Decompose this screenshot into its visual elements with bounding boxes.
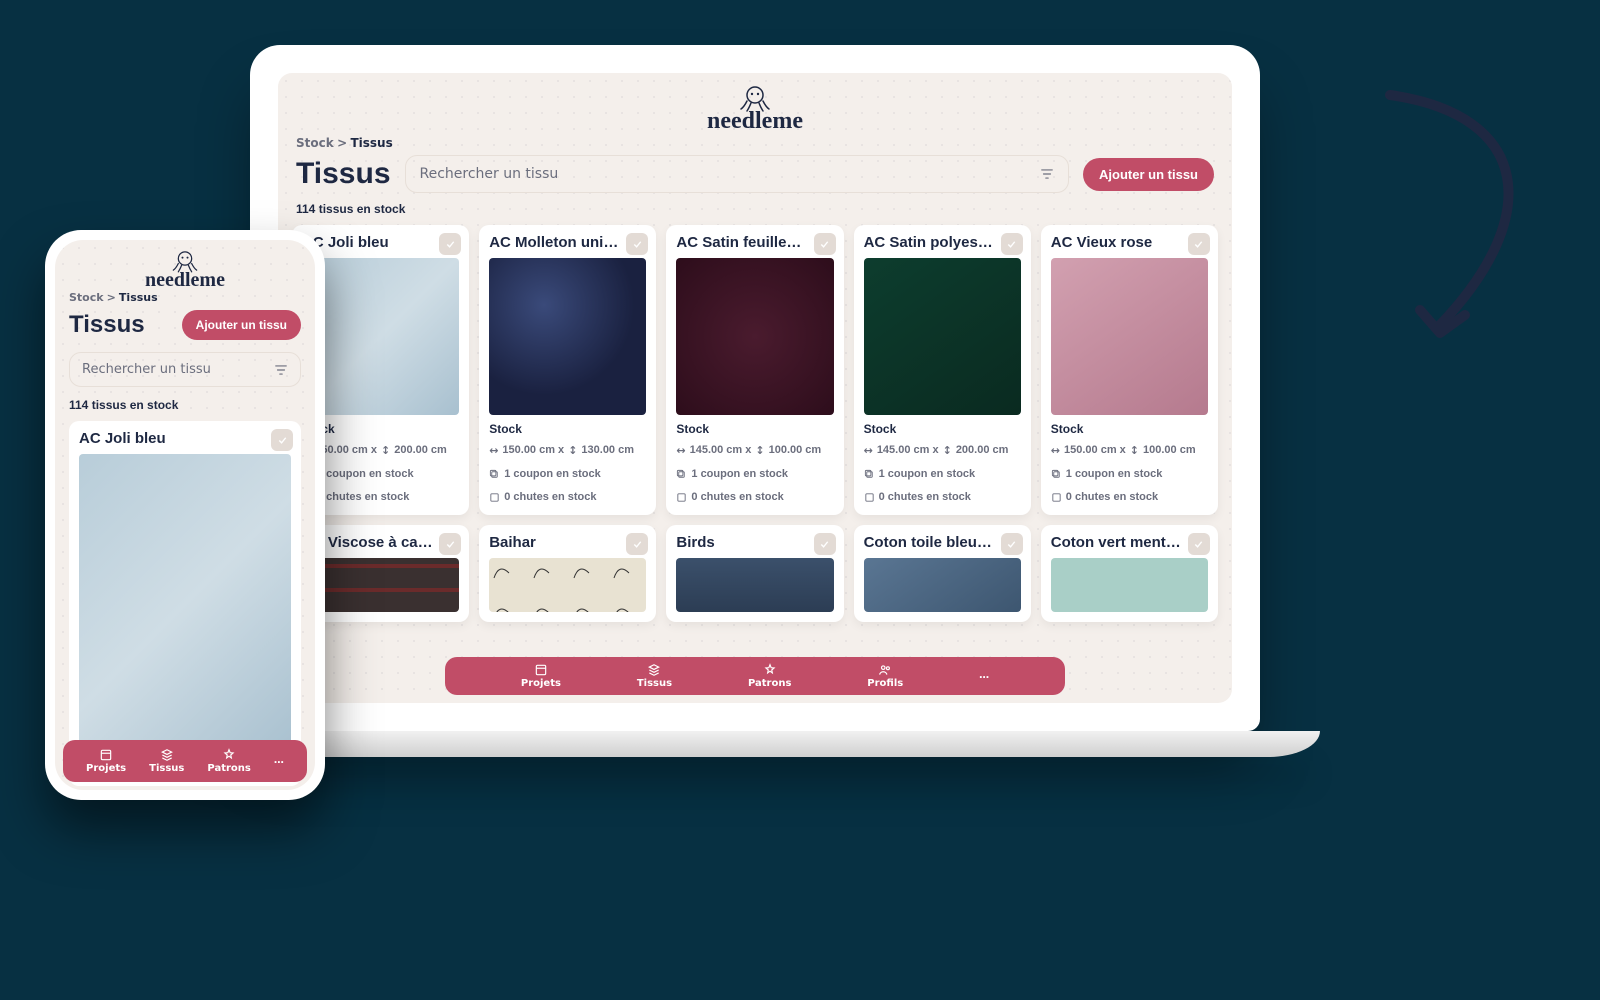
card-title: Coton toile bleu / … [864, 535, 1021, 550]
dimensions: ↔150.00 cm x ↕130.00 cm [489, 443, 646, 458]
stock-label: Stock [489, 423, 646, 435]
phone-mockup: needleme Stock > Tissus Tissus Ajouter u… [45, 230, 325, 800]
breadcrumb[interactable]: Stock > Tissus [55, 292, 315, 304]
fabric-card[interactable]: AC Satin feuilles … Stock ↔145.00 cm x ↕… [666, 225, 843, 515]
coupon-count: 1 coupon en stock [1051, 467, 1208, 482]
logo-text: needleme [707, 109, 803, 133]
fabric-swatch [302, 558, 459, 612]
card-title: AC Molleton uni … [489, 235, 646, 250]
card-title: AC Joli bleu [302, 235, 459, 250]
select-checkbox[interactable] [626, 233, 648, 255]
card-title: Coton vert ment… [1051, 535, 1208, 550]
card-title: Birds [676, 535, 833, 550]
card-title: AC Satin feuilles … [676, 235, 833, 250]
decorative-arrow [1370, 85, 1550, 345]
nav-profils[interactable]: Profils [867, 663, 903, 689]
search-input[interactable]: Rechercher un tissu [69, 352, 301, 387]
fabric-card[interactable]: AC Satin polyest… Stock ↔145.00 cm x ↕20… [854, 225, 1031, 515]
search-input[interactable]: Rechercher un tissu [405, 155, 1070, 193]
breadcrumb[interactable]: Stock > Tissus [278, 137, 1232, 149]
coupon-count: 1 coupon en stock [302, 467, 459, 482]
fabric-swatch [489, 558, 646, 612]
select-checkbox[interactable] [1188, 533, 1210, 555]
dimensions: ↔145.00 cm x ↕200.00 cm [864, 443, 1021, 458]
fabric-swatch [676, 258, 833, 415]
fabric-card[interactable]: AC Vieux rose Stock ↔150.00 cm x ↕100.00… [1041, 225, 1218, 515]
stock-label: Stock [676, 423, 833, 435]
fabric-card[interactable]: Coton vert ment… [1041, 525, 1218, 622]
scraps-count: 0 chutes en stock [676, 490, 833, 505]
stock-label: Stock [302, 423, 459, 435]
card-title: Baihar [489, 535, 646, 550]
select-checkbox[interactable] [626, 533, 648, 555]
fabric-swatch [302, 258, 459, 415]
fabric-card[interactable]: Baihar [479, 525, 656, 622]
scraps-count: 0 chutes en stock [1051, 490, 1208, 505]
dimensions: ↔150.00 cm x ↕100.00 cm [1051, 443, 1208, 458]
stock-count: 114 tissus en stock [55, 393, 315, 417]
select-checkbox[interactable] [439, 233, 461, 255]
nav-projets[interactable]: Projets [86, 748, 126, 774]
coupon-count: 1 coupon en stock [676, 467, 833, 482]
fabric-swatch [864, 258, 1021, 415]
fabric-card[interactable]: AC Molleton uni … Stock ↔150.00 cm x ↕13… [479, 225, 656, 515]
app-desktop: needleme Stock > Tissus Tissus Recherche… [278, 73, 1232, 703]
page-title: Tissus [296, 159, 391, 189]
nav-more[interactable]: … [979, 671, 989, 681]
app-header: needleme [278, 73, 1232, 137]
card-title: AC Joli bleu [79, 431, 291, 446]
add-fabric-button[interactable]: Ajouter un tissu [182, 310, 301, 340]
select-checkbox[interactable] [1001, 533, 1023, 555]
page-title: Tissus [69, 313, 145, 337]
scraps-count: 0 chutes en stock [864, 490, 1021, 505]
nav-patrons[interactable]: Patrons [748, 663, 791, 689]
bottom-nav: Projets Tissus Patrons Profils … [445, 657, 1065, 695]
stock-count: 114 tissus en stock [278, 199, 1232, 219]
fabric-swatch [1051, 558, 1208, 612]
filter-icon [1040, 167, 1054, 181]
add-fabric-button[interactable]: Ajouter un tissu [1083, 158, 1214, 191]
nav-tissus[interactable]: Tissus [149, 748, 184, 774]
select-checkbox[interactable] [814, 233, 836, 255]
stock-label: Stock [864, 423, 1021, 435]
bottom-nav: Projets Tissus Patrons … [63, 740, 307, 782]
stock-label: Stock [1051, 423, 1208, 435]
fabric-swatch [489, 258, 646, 415]
card-title: AC Vieux rose [1051, 235, 1208, 250]
card-title: AC Viscose à car… [302, 535, 459, 550]
nav-tissus[interactable]: Tissus [637, 663, 672, 689]
nav-patrons[interactable]: Patrons [207, 748, 250, 774]
coupon-count: 1 coupon en stock [489, 467, 646, 482]
fabric-swatch [79, 454, 291, 756]
coupon-count: 1 coupon en stock [864, 467, 1021, 482]
fabric-swatch [864, 558, 1021, 612]
nav-more[interactable]: … [274, 756, 284, 766]
logo-text: needleme [145, 270, 225, 290]
select-checkbox[interactable] [1188, 233, 1210, 255]
laptop-mockup: needleme Stock > Tissus Tissus Recherche… [250, 45, 1260, 757]
dimensions: ↔145.00 cm x ↕100.00 cm [676, 443, 833, 458]
filter-icon [274, 363, 288, 377]
scraps-count: 0 chutes en stock [302, 490, 459, 505]
fabric-card[interactable]: Coton toile bleu / … [854, 525, 1031, 622]
dimensions: ↔150.00 cm x ↕200.00 cm [302, 443, 459, 458]
scraps-count: 0 chutes en stock [489, 490, 646, 505]
fabric-card[interactable]: AC Joli bleu Stock [69, 421, 301, 786]
select-checkbox[interactable] [1001, 233, 1023, 255]
fabric-swatch [1051, 258, 1208, 415]
select-checkbox[interactable] [271, 429, 293, 451]
fabric-swatch [676, 558, 833, 612]
nav-projets[interactable]: Projets [521, 663, 561, 689]
select-checkbox[interactable] [439, 533, 461, 555]
fabric-card[interactable]: Birds [666, 525, 843, 622]
select-checkbox[interactable] [814, 533, 836, 555]
card-title: AC Satin polyest… [864, 235, 1021, 250]
